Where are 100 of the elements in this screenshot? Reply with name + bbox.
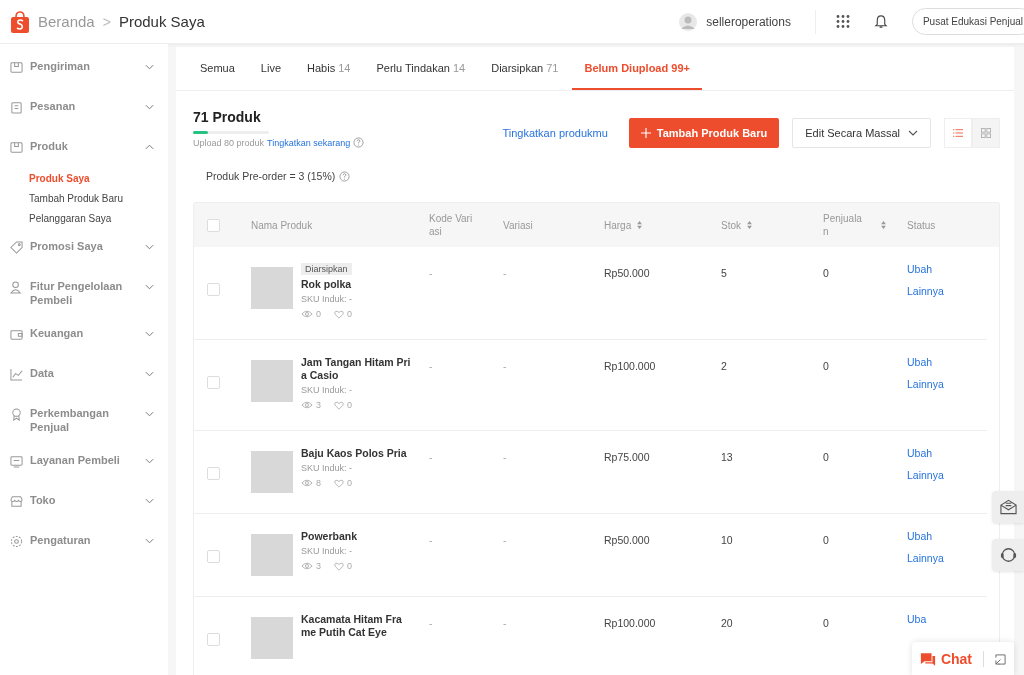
username[interactable]: selleroperations [706, 14, 791, 29]
row-action-link[interactable]: Ubah [907, 447, 933, 459]
sidebar-item[interactable]: Data [0, 357, 168, 396]
view-count: 8 [316, 478, 321, 488]
view-count: 3 [316, 400, 321, 410]
sidebar-item[interactable]: Layanan Pembeli [0, 444, 168, 483]
help-icon[interactable] [339, 170, 351, 182]
box-icon [10, 61, 23, 74]
sidebar-item[interactable]: Perkembangan Penjual [0, 397, 168, 443]
photo-placeholder [251, 360, 293, 402]
tab[interactable]: Diarsipkan 71 [479, 47, 571, 90]
row-action-link[interactable]: Ubah [907, 263, 933, 275]
tab[interactable]: Belum Diupload 99+ [572, 47, 702, 90]
sales-cell: 0 [823, 617, 829, 629]
table-cell: - [503, 534, 507, 546]
price-cell: Rp50.000 [604, 267, 650, 279]
sort-icon[interactable] [637, 221, 643, 229]
breadcrumb-item: Produk Saya [118, 13, 205, 30]
bulk-edit-dropdown[interactable]: Edit Secara Massal [792, 117, 931, 148]
stock-cell: 13 [721, 451, 733, 463]
product-name[interactable]: Powerbank [301, 530, 358, 543]
headset-icon [999, 547, 1017, 563]
help-icon[interactable] [353, 137, 365, 148]
tab[interactable]: Semua [188, 47, 247, 90]
row-checkbox[interactable] [207, 467, 220, 480]
sidebar-item[interactable]: Pengiriman [0, 50, 168, 89]
add-product-button[interactable]: Tambah Produk Baru [628, 117, 780, 148]
row-action-link[interactable]: Lainnya [907, 378, 944, 390]
sort-icon[interactable] [881, 221, 886, 229]
list-icon [953, 127, 963, 138]
row-action-link[interactable]: Lainnya [907, 469, 944, 481]
column-header: Variasi [503, 218, 533, 232]
shopping-bag-logo[interactable] [10, 10, 30, 33]
person-icon [10, 281, 23, 294]
sidebar-item[interactable]: Toko [0, 484, 168, 523]
row-checkbox[interactable] [207, 283, 220, 296]
column-header[interactable]: Penjualan [823, 212, 867, 238]
product-count-title: 71 Produk [193, 109, 262, 125]
grid-view-button[interactable] [972, 117, 1000, 148]
eye-icon [301, 562, 313, 570]
envelope-icon [999, 499, 1017, 515]
table-cell: - [429, 617, 433, 629]
stock-cell: 10 [721, 534, 733, 546]
row-action-link[interactable]: Uba [907, 613, 927, 625]
tab[interactable]: Habis 14 [295, 47, 363, 90]
grid-icon [981, 127, 991, 138]
sidebar-item[interactable]: Produk [0, 130, 168, 169]
sort-icon[interactable] [747, 221, 752, 229]
sales-cell: 0 [823, 534, 829, 546]
line-chart-icon [10, 368, 23, 381]
sidebar-subitem[interactable]: Produk Saya [0, 169, 168, 189]
row-action-link[interactable]: Lainnya [907, 285, 944, 297]
product-name[interactable]: Jam Tangan Hitam Pria Casio [301, 356, 411, 382]
chat-label: Chat [940, 651, 972, 667]
sidebar-item[interactable]: Fitur Pengelolaan Pembeli [0, 270, 168, 316]
photo-placeholder [251, 534, 293, 576]
row-checkbox[interactable] [207, 633, 220, 646]
row-checkbox[interactable] [207, 550, 220, 563]
upload-quota-text: Upload 80 produk [193, 137, 265, 148]
chat-widget[interactable]: Chat [911, 642, 1014, 675]
sidebar-item[interactable]: Pesanan [0, 90, 168, 129]
row-action-link[interactable]: Ubah [907, 530, 933, 542]
breadcrumb-item[interactable]: Beranda [38, 13, 95, 30]
row-checkbox[interactable] [207, 376, 220, 389]
product-name[interactable]: Baju Kaos Polos Pria [301, 447, 407, 460]
archived-badge: Diarsipkan [301, 263, 352, 275]
upgrade-products-link[interactable]: Tingkatkan produkmu [502, 126, 608, 139]
preorder-summary: Produk Pre-order = 3 (15%) [206, 170, 336, 182]
select-all-checkbox[interactable] [207, 218, 220, 232]
sidebar-subitem[interactable]: Pelanggaran Saya [0, 209, 168, 229]
photo-placeholder [251, 617, 293, 659]
price-cell: Rp100.000 [604, 360, 656, 372]
heart-icon [334, 478, 344, 488]
expand-icon[interactable] [995, 653, 1006, 665]
sidebar-item[interactable]: Promosi Saya [0, 230, 168, 269]
column-header[interactable]: Harga [604, 218, 632, 232]
sku-text: SKU Induk: - [301, 546, 353, 556]
sidebar-subitem[interactable]: Tambah Produk Baru [0, 189, 168, 209]
app-grid-icon[interactable] [835, 14, 850, 29]
product-name[interactable]: Kacamata Hitam Frame Putih Cat Eye [301, 613, 411, 639]
column-header[interactable]: Stok [721, 218, 741, 232]
seller-education-button[interactable]: Pusat Edukasi Penjual [911, 8, 1024, 35]
column-header: Status [907, 218, 936, 232]
support-button[interactable] [992, 539, 1024, 571]
list-view-button[interactable] [944, 117, 972, 148]
tab[interactable]: Live [248, 47, 294, 90]
row-action-link[interactable]: Lainnya [907, 552, 944, 564]
sidebar-item[interactable]: Keuangan [0, 317, 168, 356]
clipboard-icon [10, 101, 23, 114]
avatar-icon[interactable] [678, 11, 699, 32]
sidebar-item[interactable]: Pengaturan [0, 524, 168, 563]
like-count: 0 [347, 400, 353, 410]
column-header: Nama Produk [251, 218, 313, 232]
notification-bell-icon[interactable] [873, 14, 888, 29]
sales-cell: 0 [823, 360, 829, 372]
upgrade-now-link[interactable]: Tingkatkan sekarang [267, 137, 351, 148]
product-name[interactable]: Rok polka [301, 278, 352, 291]
row-action-link[interactable]: Ubah [907, 356, 933, 368]
inbox-button[interactable] [992, 491, 1024, 523]
tab[interactable]: Perlu Tindakan 14 [364, 47, 478, 90]
